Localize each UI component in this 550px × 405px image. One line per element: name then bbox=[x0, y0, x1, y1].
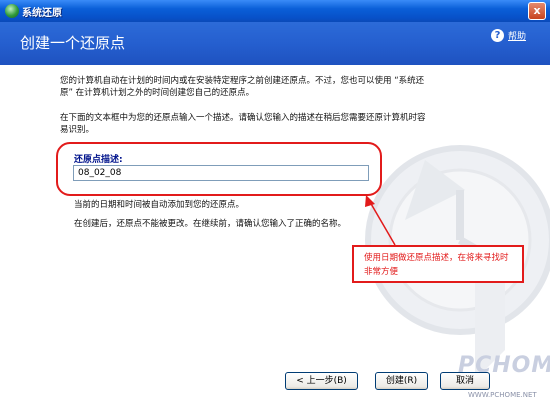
system-restore-window: 系统还原 x 创建一个还原点 ? 帮助 您的计算机自动在计划的时间内或在安装特定… bbox=[0, 0, 550, 405]
create-button[interactable]: 创建(R) bbox=[375, 372, 428, 390]
watermark-url: WWW.PCHOME.NET bbox=[468, 391, 537, 399]
help-icon: ? bbox=[491, 29, 504, 42]
window-title: 系统还原 bbox=[22, 8, 62, 19]
timestamp-note: 当前的日期和时间被自动添加到您的还原点。 bbox=[74, 200, 245, 210]
annotation-callout: 使用日期做还原点描述，在将来寻找时非常方便 bbox=[352, 245, 524, 283]
warning-note: 在创建后，还原点不能被更改。在继续前，请确认您输入了正确的名称。 bbox=[74, 219, 347, 229]
cancel-button[interactable]: 取消 bbox=[440, 372, 490, 390]
description-label: 还原点描述: bbox=[74, 155, 123, 165]
help-label: 帮助 bbox=[508, 32, 527, 42]
wizard-content: 您的计算机自动在计划的时间内或在安装特定程序之前创建还原点。不过，您也可以使用 … bbox=[0, 65, 550, 405]
back-button[interactable]: < 上一步(B) bbox=[285, 372, 358, 390]
intro-paragraph: 您的计算机自动在计划的时间内或在安装特定程序之前创建还原点。不过，您也可以使用 … bbox=[60, 76, 425, 98]
instruction-paragraph: 在下面的文本框中为您的还原点输入一个描述。请确认您输入的描述在稍后您需要还原计算… bbox=[60, 113, 426, 135]
restore-point-description-input[interactable] bbox=[73, 165, 369, 181]
wizard-header: 创建一个还原点 ? 帮助 bbox=[0, 22, 550, 65]
close-button[interactable]: x bbox=[528, 2, 546, 20]
help-link[interactable]: ? 帮助 bbox=[491, 29, 526, 42]
page-title: 创建一个还原点 bbox=[20, 34, 126, 52]
title-bar[interactable]: 系统还原 x bbox=[0, 0, 550, 22]
system-restore-icon bbox=[5, 4, 19, 18]
